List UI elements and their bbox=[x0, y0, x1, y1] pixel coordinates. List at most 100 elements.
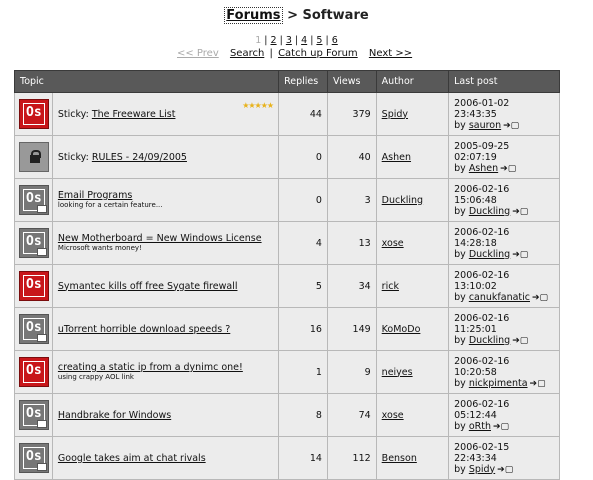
author-link[interactable]: Spidy bbox=[382, 109, 408, 120]
views-count: 379 bbox=[326, 92, 377, 136]
author-link[interactable]: Ashen bbox=[382, 152, 411, 163]
breadcrumb-forums-link[interactable]: Forums bbox=[224, 7, 283, 24]
by-label: by bbox=[454, 119, 466, 131]
topic-cell: Email Programs looking for a certain feat… bbox=[51, 178, 280, 222]
topic-title-link[interactable]: Email Programs bbox=[58, 190, 132, 201]
replies-count: 0 bbox=[278, 178, 328, 222]
next-link[interactable]: Next >> bbox=[369, 48, 412, 59]
goto-last-post-icon[interactable]: ➔▢ bbox=[530, 379, 546, 389]
os-new-posts-icon: Os bbox=[19, 357, 49, 387]
author-link[interactable]: xose bbox=[382, 410, 404, 421]
last-poster-link[interactable]: Spidy bbox=[469, 464, 495, 475]
author-link[interactable]: xose bbox=[382, 238, 404, 249]
breadcrumb: Forums > Software bbox=[0, 7, 593, 24]
last-post-cell: 2006-02-16 05:12:44 by oRth ➔▢ bbox=[448, 393, 560, 437]
views-count: 149 bbox=[326, 307, 377, 351]
table-row: Os Google takes aim at chat rivals 14 112 Be… bbox=[14, 436, 560, 480]
search-link[interactable]: Search bbox=[230, 48, 264, 59]
topic-title-link[interactable]: The Freeware List bbox=[92, 109, 176, 120]
col-last-post[interactable]: Last post bbox=[448, 70, 560, 93]
last-post-date: 2006-01-02 23:43:35 bbox=[454, 97, 510, 120]
author-link[interactable]: KoMoDo bbox=[382, 324, 421, 335]
goto-last-post-icon[interactable]: ➔▢ bbox=[512, 336, 528, 346]
author-link[interactable]: neiyes bbox=[382, 367, 413, 378]
author-cell: neiyes bbox=[375, 350, 450, 394]
last-post-cell: 2006-02-16 15:06:48 by Duckling ➔▢ bbox=[448, 178, 560, 222]
last-poster-link[interactable]: oRth bbox=[469, 421, 491, 432]
page-link-3[interactable]: 3 bbox=[286, 35, 292, 46]
col-replies[interactable]: Replies bbox=[278, 70, 328, 93]
topic-cell: Symantec kills off free Sygate firewall bbox=[51, 264, 280, 308]
os-no-new-posts-icon: Os bbox=[19, 185, 49, 215]
table-header-row: Topic Replies Views Author Last post bbox=[13, 70, 560, 93]
goto-last-post-icon[interactable]: ➔▢ bbox=[493, 422, 509, 432]
last-post-cell: 2006-02-16 13:10:02 by canukfanatic ➔▢ bbox=[448, 264, 560, 308]
topic-title-link[interactable]: Google takes aim at chat rivals bbox=[58, 453, 206, 464]
page-link-4[interactable]: 4 bbox=[301, 35, 307, 46]
last-post-cell: 2006-02-16 10:20:58 by nickpimenta ➔▢ bbox=[448, 350, 560, 394]
col-author[interactable]: Author bbox=[375, 70, 450, 93]
catch-up-link[interactable]: Catch up Forum bbox=[278, 48, 358, 59]
os-new-posts-icon: Os bbox=[19, 271, 49, 301]
last-poster-link[interactable]: Duckling bbox=[469, 249, 510, 260]
last-post-date: 2006-02-15 22:43:34 bbox=[454, 441, 510, 464]
topic-title-link[interactable]: uTorrent horrible download speeds ? bbox=[58, 324, 230, 335]
by-label: by bbox=[454, 205, 466, 217]
col-views[interactable]: Views bbox=[326, 70, 377, 93]
rating-stars-icon: ★★★★★ bbox=[242, 100, 274, 110]
topic-icon-cell: Os bbox=[14, 221, 53, 265]
replies-count: 14 bbox=[278, 436, 328, 480]
col-topic[interactable]: Topic bbox=[13, 70, 280, 93]
prev-link[interactable]: << Prev bbox=[177, 48, 219, 59]
topic-title-link[interactable]: New Motherboard = New Windows License bbox=[58, 233, 262, 244]
last-poster-link[interactable]: Duckling bbox=[469, 335, 510, 346]
table-row: Os Handbrake for Windows 8 74 xose 2006-02-16… bbox=[14, 393, 560, 437]
topic-title-link[interactable]: Handbrake for Windows bbox=[58, 410, 171, 421]
views-count: 9 bbox=[326, 350, 377, 394]
topic-cell: Sticky: The Freeware List ★★★★★ bbox=[51, 92, 280, 136]
topic-description: looking for a certain feature... bbox=[57, 201, 163, 209]
goto-last-post-icon[interactable]: ➔▢ bbox=[512, 250, 528, 260]
locked-topic-icon bbox=[19, 142, 49, 172]
goto-last-post-icon[interactable]: ➔▢ bbox=[503, 121, 519, 131]
topic-cell: uTorrent horrible download speeds ? bbox=[51, 307, 280, 351]
envelope-icon bbox=[37, 248, 47, 256]
table-row: Os Sticky: The Freeware List ★★★★★ 44 379 Spi… bbox=[14, 92, 560, 136]
topic-cell: creating a static ip from a dynimc one! u… bbox=[51, 350, 280, 394]
goto-last-post-icon[interactable]: ➔▢ bbox=[532, 293, 548, 303]
views-count: 74 bbox=[326, 393, 377, 437]
topic-title-link[interactable]: RULES - 24/09/2005 bbox=[92, 152, 187, 163]
pagination: 1 | 2 | 3 | 4 | 5 | 6 bbox=[255, 35, 338, 46]
envelope-icon bbox=[37, 334, 47, 342]
topic-icon-cell: Os bbox=[14, 307, 53, 351]
topic-title-link[interactable]: Symantec kills off free Sygate firewall bbox=[58, 281, 238, 292]
envelope-icon bbox=[37, 205, 47, 213]
author-cell: Ashen bbox=[375, 135, 450, 179]
page-link-6[interactable]: 6 bbox=[332, 35, 338, 46]
last-poster-link[interactable]: Ashen bbox=[469, 163, 498, 174]
last-post-cell: 2005-09-25 02:07:19 by Ashen ➔▢ bbox=[448, 135, 560, 179]
page-link-2[interactable]: 2 bbox=[271, 35, 277, 46]
topic-title-link[interactable]: creating a static ip from a dynimc one! bbox=[58, 362, 243, 373]
author-link[interactable]: rick bbox=[382, 281, 399, 292]
last-poster-link[interactable]: canukfanatic bbox=[469, 292, 530, 303]
topic-icon-cell: Os bbox=[14, 436, 53, 480]
page-current: 1 bbox=[255, 35, 262, 46]
last-post-cell: 2006-01-02 23:43:35 by sauron ➔▢ bbox=[448, 92, 560, 136]
author-link[interactable]: Duckling bbox=[382, 195, 423, 206]
table-row: Sticky: RULES - 24/09/2005 0 40 Ashen 2005-0… bbox=[14, 135, 560, 179]
forum-nav: << Prev Search | Catch up Forum Next >> bbox=[177, 48, 420, 59]
last-poster-link[interactable]: nickpimenta bbox=[469, 378, 528, 389]
replies-count: 16 bbox=[278, 307, 328, 351]
last-poster-link[interactable]: sauron bbox=[469, 120, 501, 131]
topic-description: using crappy AOL link bbox=[57, 373, 134, 381]
replies-count: 0 bbox=[278, 135, 328, 179]
goto-last-post-icon[interactable]: ➔▢ bbox=[500, 164, 516, 174]
goto-last-post-icon[interactable]: ➔▢ bbox=[512, 207, 528, 217]
page-link-5[interactable]: 5 bbox=[316, 35, 322, 46]
author-link[interactable]: Benson bbox=[382, 453, 417, 464]
breadcrumb-separator: > bbox=[287, 8, 298, 23]
table-row: Os creating a static ip from a dynimc one… bbox=[14, 350, 560, 394]
last-poster-link[interactable]: Duckling bbox=[469, 206, 510, 217]
os-new-posts-icon: Os bbox=[19, 99, 49, 129]
